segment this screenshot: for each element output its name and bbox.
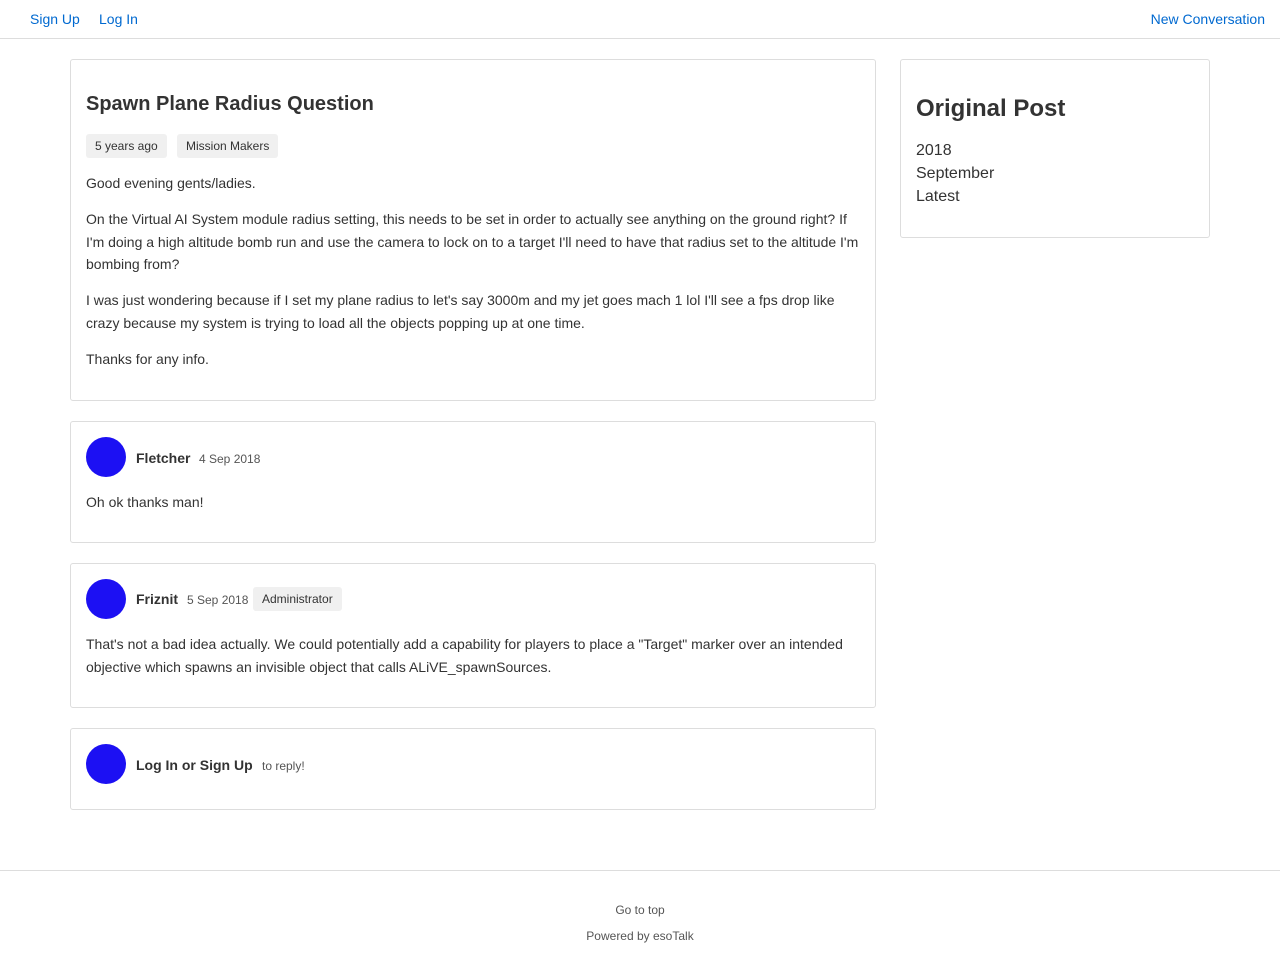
reply-date[interactable]: 4 Sep 2018: [199, 452, 260, 466]
login-signup-link[interactable]: Log In or Sign Up: [136, 757, 253, 773]
post-paragraph: Good evening gents/ladies.: [86, 175, 256, 191]
new-conversation-link[interactable]: New Conversation: [1151, 11, 1265, 27]
sidebar-timeline: Original Post 2018 September Latest: [900, 59, 1210, 238]
reply-prompt-text: to reply!: [262, 759, 305, 773]
original-post-card: Spawn Plane Radius Question 5 years ago …: [70, 59, 876, 401]
avatar: [86, 744, 126, 784]
role-badge: Administrator: [253, 587, 342, 611]
timeline-year[interactable]: 2018: [916, 142, 952, 160]
footer: Go to top Powered by esoTalk: [0, 870, 1280, 975]
avatar[interactable]: [86, 437, 126, 477]
login-link[interactable]: Log In: [99, 11, 138, 27]
reply-prompt-card: Log In or Sign Up to reply!: [70, 728, 876, 810]
post-paragraph: I was just wondering because if I set my…: [86, 292, 835, 331]
reply-date[interactable]: 5 Sep 2018: [187, 593, 248, 607]
timeline-latest[interactable]: Latest: [916, 188, 960, 206]
post-body: Good evening gents/ladies. On the Virtua…: [86, 172, 862, 384]
post-title: Spawn Plane Radius Question: [86, 93, 374, 115]
signup-link[interactable]: Sign Up: [30, 11, 80, 27]
top-bar: Sign Up Log In New Conversation: [0, 0, 1280, 39]
reply-body: That's not a bad idea actually. We could…: [86, 636, 843, 675]
go-to-top-link[interactable]: Go to top: [0, 903, 1280, 917]
reply-card: Fletcher 4 Sep 2018 Oh ok thanks man!: [70, 421, 876, 543]
sidebar-title: Original Post: [916, 95, 1066, 122]
channel-tag[interactable]: Mission Makers: [177, 134, 279, 158]
post-paragraph: Thanks for any info.: [86, 350, 209, 367]
post-paragraph: On the Virtual AI System module radius s…: [86, 211, 859, 272]
reply-card: Friznit 5 Sep 2018 Administrator That's …: [70, 563, 876, 708]
powered-by-link[interactable]: Powered by esoTalk: [0, 929, 1280, 943]
timeline-month[interactable]: September: [916, 165, 994, 183]
avatar[interactable]: [86, 579, 126, 619]
reply-author[interactable]: Friznit: [136, 591, 178, 607]
reply-body: Oh ok thanks man!: [86, 494, 204, 510]
reply-author[interactable]: Fletcher: [136, 450, 190, 466]
post-age-tag: 5 years ago: [86, 134, 167, 158]
